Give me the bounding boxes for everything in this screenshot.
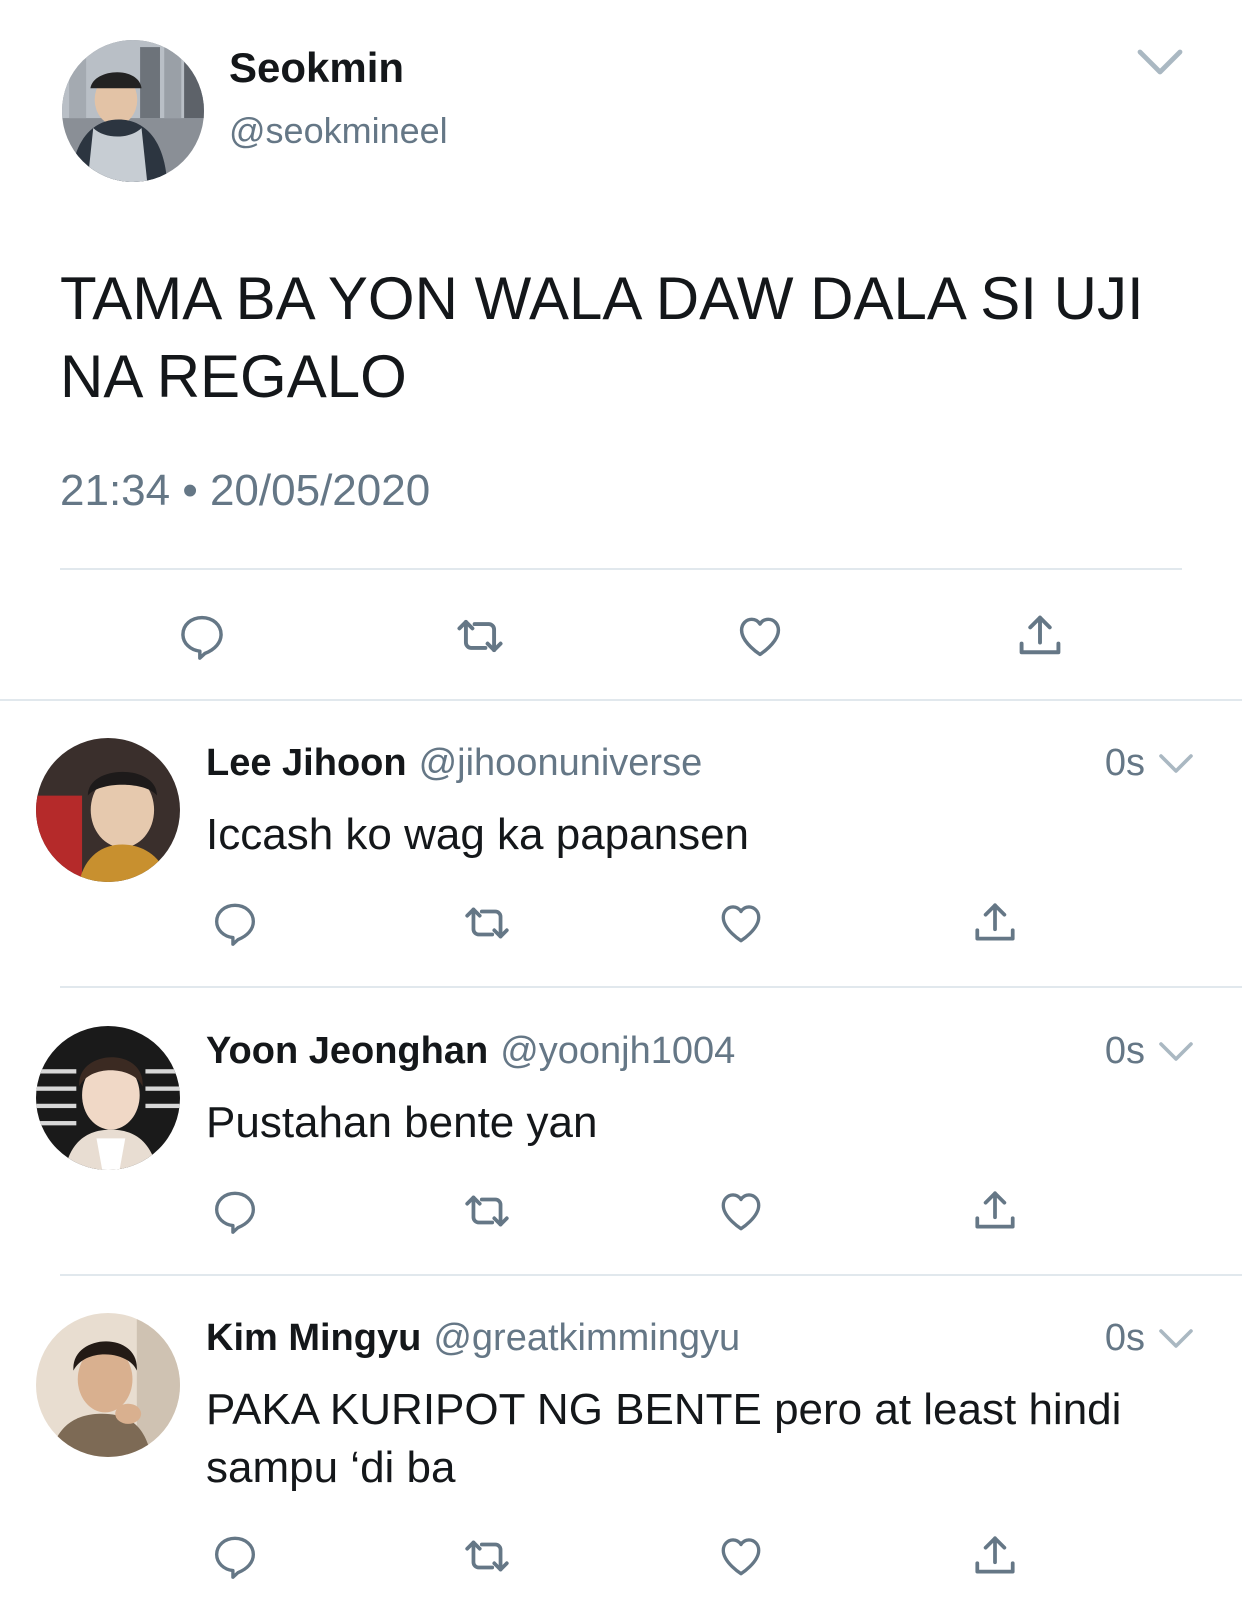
retweet-icon[interactable] bbox=[462, 1186, 512, 1236]
chevron-down-icon[interactable] bbox=[1158, 750, 1194, 780]
display-name[interactable]: Seokmin bbox=[229, 44, 404, 92]
share-icon[interactable] bbox=[970, 898, 1020, 948]
tweet-text: PAKA KURIPOT NG BENTE pero at least hind… bbox=[206, 1381, 1206, 1497]
share-icon[interactable] bbox=[970, 1531, 1020, 1581]
tweet-text: Pustahan bente yan bbox=[206, 1094, 1206, 1152]
reply-header: Lee Jihoon @jihoonuniverse bbox=[206, 742, 702, 785]
tweet-text: Iccash ko wag ka papansen bbox=[206, 806, 1206, 864]
retweet-icon[interactable] bbox=[462, 1531, 512, 1581]
tweet-text-line: sampu ‘di ba bbox=[206, 1443, 456, 1492]
reply-tweet: Lee Jihoon @jihoonuniverse 0s Iccash ko w… bbox=[0, 700, 1242, 988]
avatar[interactable] bbox=[36, 1026, 180, 1170]
tweet-text-line: Pustahan bente yan bbox=[206, 1098, 598, 1147]
reply-header: Yoon Jeonghan @yoonjh1004 bbox=[206, 1030, 735, 1073]
avatar[interactable] bbox=[36, 738, 180, 882]
reply-header: Kim Mingyu @greatkimmingyu bbox=[206, 1317, 740, 1360]
reply-icon[interactable] bbox=[176, 610, 228, 662]
reply-tweet: Kim Mingyu @greatkimmingyu 0s PAKA KURIPO… bbox=[0, 1275, 1242, 1623]
like-icon[interactable] bbox=[734, 610, 786, 662]
chevron-down-icon[interactable] bbox=[1158, 1038, 1194, 1068]
main-tweet: Seokmin @seokmineel TAMA BA YON WALA DAW… bbox=[0, 0, 1242, 701]
tweet-text-line: Iccash ko wag ka papansen bbox=[206, 810, 750, 859]
display-name[interactable]: Yoon Jeonghan bbox=[206, 1030, 488, 1072]
avatar[interactable] bbox=[62, 40, 204, 182]
tweet-time[interactable]: 0s bbox=[1105, 1030, 1145, 1073]
tweet-text-line: TAMA BA YON WALA DAW DALA SI UJI bbox=[60, 265, 1144, 332]
user-handle[interactable]: @greatkimmingyu bbox=[433, 1317, 740, 1359]
reply-icon[interactable] bbox=[210, 898, 260, 948]
tweet-text-line: NA REGALO bbox=[60, 343, 407, 410]
tweet-time[interactable]: 0s bbox=[1105, 742, 1145, 785]
user-handle[interactable]: @jihoonuniverse bbox=[419, 742, 703, 784]
tweet-time[interactable]: 0s bbox=[1105, 1317, 1145, 1360]
share-icon[interactable] bbox=[970, 1186, 1020, 1236]
chevron-down-icon[interactable] bbox=[1136, 44, 1184, 84]
reply-tweet: Yoon Jeonghan @yoonjh1004 0s Pustahan ben… bbox=[0, 988, 1242, 1276]
user-handle[interactable]: @seokmineel bbox=[229, 110, 448, 152]
tweet-text: TAMA BA YON WALA DAW DALA SI UJI NA REGA… bbox=[60, 260, 1200, 416]
reply-icon[interactable] bbox=[210, 1531, 260, 1581]
user-handle[interactable]: @yoonjh1004 bbox=[500, 1030, 735, 1072]
reply-icon[interactable] bbox=[210, 1186, 260, 1236]
tweet-text-line: PAKA KURIPOT NG BENTE pero at least hind… bbox=[206, 1385, 1122, 1434]
retweet-icon[interactable] bbox=[462, 898, 512, 948]
chevron-down-icon[interactable] bbox=[1158, 1325, 1194, 1355]
display-name[interactable]: Lee Jihoon bbox=[206, 742, 407, 784]
timestamp[interactable]: 21:34 • 20/05/2020 bbox=[60, 466, 430, 516]
retweet-icon[interactable] bbox=[454, 610, 506, 662]
like-icon[interactable] bbox=[716, 898, 766, 948]
like-icon[interactable] bbox=[716, 1186, 766, 1236]
display-name[interactable]: Kim Mingyu bbox=[206, 1317, 421, 1359]
like-icon[interactable] bbox=[716, 1531, 766, 1581]
avatar[interactable] bbox=[36, 1313, 180, 1457]
share-icon[interactable] bbox=[1014, 610, 1066, 662]
divider bbox=[60, 568, 1182, 570]
